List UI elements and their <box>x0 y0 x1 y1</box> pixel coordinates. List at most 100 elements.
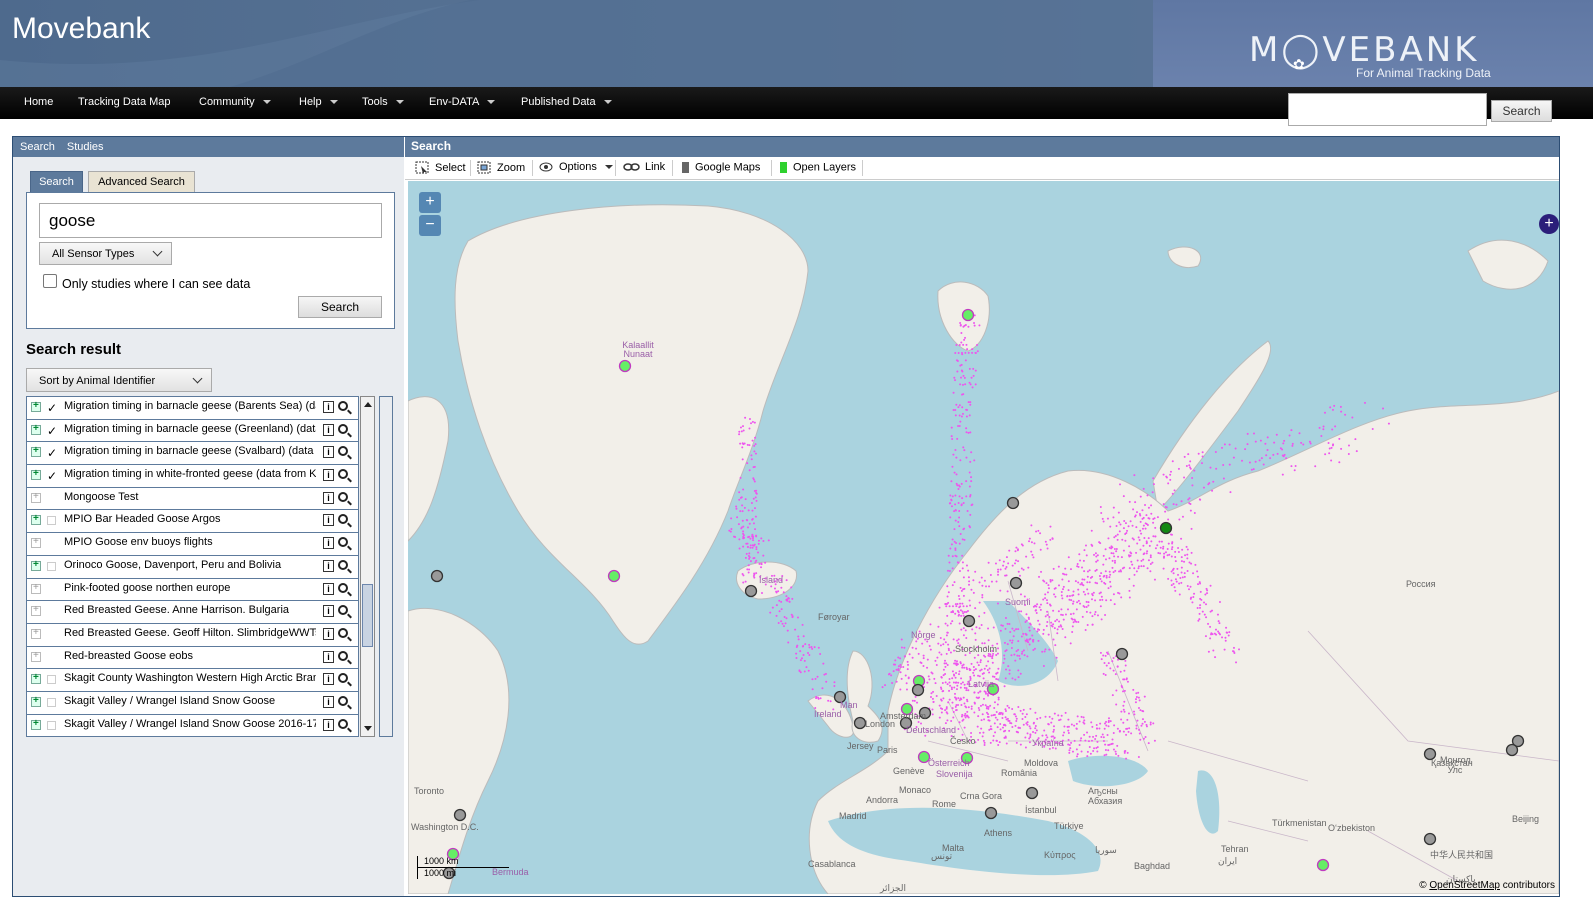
study-marker[interactable] <box>1025 786 1039 800</box>
expand-icon[interactable] <box>31 627 41 639</box>
study-marker[interactable] <box>618 359 632 373</box>
info-icon[interactable]: i <box>323 401 334 413</box>
nav-tracking-data-map[interactable]: Tracking Data Map <box>78 96 171 108</box>
info-icon[interactable]: i <box>323 514 334 527</box>
expand-icon[interactable] <box>31 559 41 571</box>
search-icon[interactable] <box>338 401 348 411</box>
expand-icon[interactable] <box>31 695 41 707</box>
search-icon[interactable] <box>338 650 348 661</box>
info-icon[interactable]: i <box>323 559 334 572</box>
study-checkbox[interactable] <box>47 561 56 571</box>
result-row[interactable]: Skagit County Washington Western High Ar… <box>27 669 358 692</box>
breadcrumb-search[interactable]: Search <box>20 141 55 153</box>
search-icon[interactable] <box>338 582 348 593</box>
expand-icon[interactable] <box>31 491 41 503</box>
expand-icon[interactable] <box>31 536 41 549</box>
app-title[interactable]: Movebank <box>12 12 150 46</box>
map-zoom-in-button[interactable]: + <box>419 192 441 213</box>
checkmark-icon[interactable]: ✓ <box>47 424 57 438</box>
search-icon[interactable] <box>338 469 348 480</box>
search-icon[interactable] <box>338 559 348 570</box>
expand-icon[interactable] <box>31 468 41 481</box>
site-search-input[interactable] <box>1288 93 1487 126</box>
search-icon[interactable] <box>338 491 348 502</box>
info-icon[interactable]: i <box>323 537 334 550</box>
study-marker[interactable] <box>430 569 444 583</box>
search-icon[interactable] <box>338 695 348 706</box>
nav-home[interactable]: Home <box>24 96 53 108</box>
movebank-logo[interactable]: M◯VEBANK ✿ For Animal Tracking Data <box>1153 0 1593 87</box>
result-label[interactable]: Migration timing in white-fronted geese … <box>64 468 316 480</box>
search-icon[interactable] <box>338 718 348 729</box>
study-marker[interactable] <box>1006 496 1020 510</box>
study-checkbox[interactable] <box>47 516 56 526</box>
study-marker[interactable] <box>1505 743 1519 757</box>
search-icon[interactable] <box>338 605 348 616</box>
scrollbar-thumb[interactable] <box>362 584 373 647</box>
expand-icon[interactable] <box>31 582 41 594</box>
study-checkbox[interactable] <box>47 675 56 685</box>
expand-icon[interactable] <box>31 400 41 412</box>
sensor-type-select[interactable]: All Sensor Types <box>39 242 172 265</box>
info-icon[interactable]: i <box>323 469 334 482</box>
result-label[interactable]: Orinoco Goose, Davenport, Peru and Boliv… <box>64 559 316 571</box>
nav-env-data[interactable]: Env-DATA <box>429 96 496 108</box>
osm-link[interactable]: OpenStreetMap <box>1429 880 1500 891</box>
study-marker[interactable] <box>1115 647 1129 661</box>
study-marker[interactable] <box>911 683 925 697</box>
nav-community[interactable]: Community <box>199 96 271 108</box>
study-marker[interactable] <box>962 614 976 628</box>
result-row[interactable]: Pink-footed goose northen europe i <box>27 579 358 602</box>
only-visible-checkbox[interactable] <box>43 274 57 288</box>
result-label[interactable]: MPIO Goose env buoys flights <box>64 536 316 548</box>
tab-advanced-search[interactable]: Advanced Search <box>88 171 195 193</box>
result-row[interactable]: Red-breasted Goose eobs i <box>27 647 358 670</box>
result-row[interactable]: ✓ Migration timing in barnacle geese (Gre… <box>27 420 358 443</box>
checkmark-icon[interactable]: ✓ <box>47 469 57 483</box>
nav-published-data[interactable]: Published Data <box>521 96 612 108</box>
study-marker[interactable] <box>961 308 975 322</box>
result-row[interactable]: ✓ Migration timing in white-fronted geese… <box>27 465 358 488</box>
layer-switcher-button[interactable]: + <box>1539 214 1559 234</box>
search-icon[interactable] <box>338 514 348 525</box>
result-label[interactable]: Skagit Valley / Wrangel Island Snow Goos… <box>64 695 316 707</box>
study-marker[interactable] <box>744 584 758 598</box>
sort-select[interactable]: Sort by Animal Identifier <box>26 368 212 392</box>
info-icon[interactable]: i <box>323 718 334 731</box>
study-marker[interactable] <box>1009 576 1023 590</box>
result-label[interactable]: Skagit County Washington Western High Ar… <box>64 672 316 684</box>
expand-icon[interactable] <box>31 604 41 617</box>
result-row[interactable]: Skagit Valley / Wrangel Island Snow Goos… <box>27 692 358 715</box>
info-icon[interactable]: i <box>323 582 334 595</box>
study-marker[interactable] <box>607 569 621 583</box>
study-checkbox[interactable] <box>47 697 56 707</box>
checkmark-icon[interactable]: ✓ <box>47 401 57 415</box>
study-checkbox[interactable] <box>47 720 56 730</box>
info-icon[interactable]: i <box>323 650 334 663</box>
search-icon[interactable] <box>338 423 348 434</box>
result-row[interactable]: MPIO Goose env buoys flights i <box>27 533 358 556</box>
breadcrumb-studies[interactable]: Studies <box>67 141 104 153</box>
expand-icon[interactable] <box>31 445 41 458</box>
result-label[interactable]: Pink-footed goose northen europe <box>64 582 316 594</box>
scroll-up-arrow-icon[interactable] <box>364 402 372 407</box>
expand-icon[interactable] <box>31 672 41 685</box>
link-tool[interactable]: Link <box>623 161 665 173</box>
result-label[interactable]: Mongoose Test <box>64 491 316 503</box>
result-label[interactable]: Migration timing in barnacle geese (Gree… <box>64 423 316 435</box>
expand-icon[interactable] <box>31 513 41 526</box>
search-icon[interactable] <box>338 627 348 638</box>
result-scrollbar[interactable] <box>360 396 375 737</box>
study-marker[interactable] <box>853 716 867 730</box>
result-row[interactable]: Skagit Valley / Wrangel Island Snow Goos… <box>27 715 358 736</box>
nav-help[interactable]: Help <box>299 96 338 108</box>
study-query-input[interactable]: goose <box>39 203 382 238</box>
info-icon[interactable]: i <box>323 695 334 708</box>
checkmark-icon[interactable]: ✓ <box>47 446 57 460</box>
info-icon[interactable]: i <box>323 491 334 504</box>
study-marker[interactable] <box>1423 832 1437 846</box>
scroll-down-arrow-icon[interactable] <box>364 726 372 731</box>
map-zoom-out-button[interactable]: − <box>419 215 441 236</box>
result-label[interactable]: Red-breasted Goose eobs <box>64 650 316 662</box>
info-icon[interactable]: i <box>323 605 334 618</box>
